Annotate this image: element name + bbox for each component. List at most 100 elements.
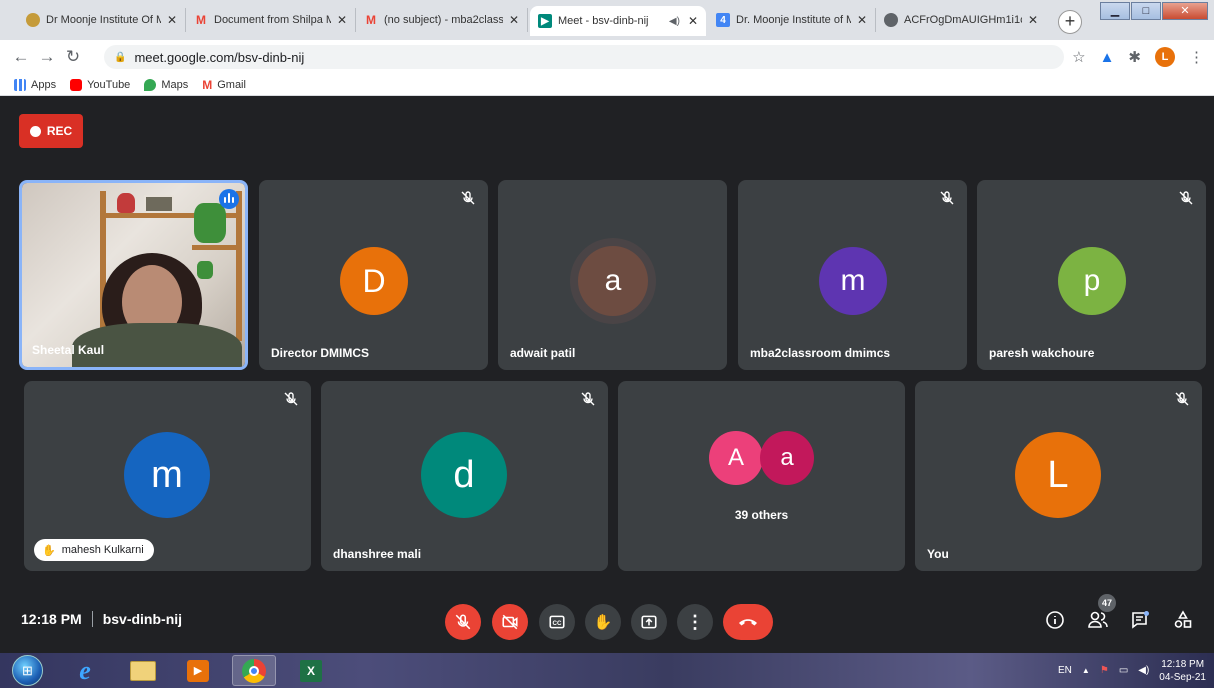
extension-icon[interactable]: ▲	[1100, 49, 1115, 66]
self-tile[interactable]: L You	[915, 381, 1202, 571]
leave-call-button[interactable]	[723, 604, 773, 640]
calendar-icon: 4	[716, 13, 730, 27]
close-tab-icon[interactable]: ✕	[857, 13, 867, 27]
audio-playing-icon[interactable]: ◀)	[669, 16, 680, 27]
network-icon[interactable]: ▭	[1119, 665, 1128, 676]
others-tile[interactable]: A a 39 others	[618, 381, 905, 571]
mic-off-icon	[1179, 191, 1193, 205]
participant-name: adwait patil	[510, 346, 576, 360]
participant-tile[interactable]: D Director DMIMCS	[259, 180, 488, 370]
record-dot-icon	[29, 125, 41, 137]
participant-tile[interactable]: d dhanshree mali	[321, 381, 608, 571]
tab-title: Document from Shilpa M	[214, 14, 331, 26]
bookmark-label: Maps	[161, 78, 189, 91]
bookmark-youtube[interactable]: YouTube	[70, 78, 130, 91]
participant-name: paresh wakchoure	[989, 346, 1095, 360]
avatar: p	[1058, 247, 1126, 315]
system-clock[interactable]: 12:18 PM 04-Sep-21	[1159, 658, 1206, 684]
browser-tab-active[interactable]: ▶ Meet - bsv-dinb-nij ◀) ✕	[530, 6, 706, 36]
more-options-button[interactable]: ⋮	[677, 604, 713, 640]
close-tab-icon[interactable]: ✕	[337, 13, 347, 27]
window-controls: ▁ □ ✕	[1100, 2, 1208, 20]
participant-name: Sheetal Kaul	[32, 343, 105, 357]
present-button[interactable]	[631, 604, 667, 640]
gmail-icon: M	[202, 77, 213, 92]
gmail-icon: M	[366, 13, 376, 27]
browser-tab[interactable]: Dr Moonje Institute Of M ✕	[18, 8, 186, 32]
bookmark-apps[interactable]: Apps	[14, 78, 57, 91]
action-center-flag-icon[interactable]: ⚑	[1100, 665, 1109, 676]
taskbar-chrome[interactable]	[232, 655, 276, 686]
raise-hand-icon: ✋	[42, 544, 56, 557]
mic-toggle-button[interactable]	[445, 604, 481, 640]
globe-icon	[884, 13, 898, 27]
close-tab-icon[interactable]: ✕	[1028, 13, 1038, 27]
reload-icon[interactable]: ↻	[60, 47, 86, 67]
captions-button[interactable]: CC	[539, 604, 575, 640]
maximize-button[interactable]: □	[1131, 2, 1161, 20]
activities-button[interactable]	[1171, 608, 1195, 632]
activities-icon	[1174, 610, 1192, 628]
hang-up-icon	[739, 619, 757, 626]
avatar: m	[819, 247, 887, 315]
taskbar-excel[interactable]: X	[289, 655, 333, 686]
mic-off-icon	[1175, 392, 1189, 406]
browser-tab[interactable]: ACFrOgDmAUIGHm1i1c ✕	[876, 8, 1046, 32]
close-tab-icon[interactable]: ✕	[509, 13, 519, 27]
meeting-time: 12:18 PM	[21, 611, 82, 627]
camera-toggle-button[interactable]	[492, 604, 528, 640]
meeting-code: bsv-dinb-nij	[102, 611, 183, 627]
taskbar-media-player[interactable]: ▶	[176, 655, 220, 686]
browser-tab[interactable]: 4 Dr. Moonje Institute of M ✕	[708, 8, 876, 32]
mic-off-icon	[284, 392, 298, 406]
chat-button[interactable]	[1128, 608, 1152, 632]
browser-tab[interactable]: M Document from Shilpa M ✕	[186, 8, 356, 32]
folder-icon	[130, 660, 156, 681]
close-window-button[interactable]: ✕	[1162, 2, 1208, 20]
close-tab-icon[interactable]: ✕	[167, 13, 177, 27]
bookmark-star-icon[interactable]: ☆	[1072, 48, 1085, 66]
back-icon[interactable]: ←	[8, 47, 34, 67]
taskbar-ie[interactable]: e	[63, 655, 107, 686]
volume-icon[interactable]: ◀)	[1138, 665, 1149, 676]
menu-icon[interactable]: ⋮	[1189, 48, 1204, 66]
close-tab-icon[interactable]: ✕	[688, 14, 698, 28]
participant-tile[interactable]: m ✋ mahesh Kulkarni	[24, 381, 311, 571]
avatar: a	[578, 246, 648, 316]
mic-off-icon	[940, 191, 954, 205]
show-hidden-icons-icon[interactable]: ▲	[1082, 666, 1090, 675]
raise-hand-icon: ✋	[593, 614, 613, 631]
browser-tab[interactable]: M (no subject) - mba2class ✕	[356, 8, 528, 32]
participant-tile[interactable]: Sheetal Kaul	[19, 180, 248, 370]
internet-explorer-icon: e	[79, 655, 91, 685]
tab-title: ACFrOgDmAUIGHm1i1c	[904, 14, 1022, 26]
participant-video	[22, 183, 245, 367]
bookmark-label: Apps	[31, 78, 57, 91]
participant-tile[interactable]: m mba2classroom dmimcs	[738, 180, 967, 370]
participant-name: You	[927, 547, 949, 561]
rec-label: REC	[46, 124, 73, 138]
new-tab-button[interactable]: +	[1058, 10, 1082, 34]
bookmark-maps[interactable]: Maps	[144, 78, 189, 91]
address-bar[interactable]: 🔒 meet.google.com/bsv-dinb-nij	[104, 45, 1064, 69]
svg-text:CC: CC	[553, 620, 562, 627]
bookmark-gmail[interactable]: M Gmail	[202, 78, 246, 92]
clock-date: 04-Sep-21	[1159, 671, 1206, 683]
avatar: D	[340, 247, 408, 315]
extensions-puzzle-icon[interactable]: ✱	[1128, 48, 1141, 66]
participant-tile[interactable]: p paresh wakchoure	[977, 180, 1206, 370]
start-button[interactable]: ⊞	[12, 655, 43, 686]
raise-hand-button[interactable]: ✋	[585, 604, 621, 640]
language-indicator[interactable]: EN	[1058, 665, 1072, 676]
present-icon	[641, 615, 657, 629]
recording-indicator: REC	[19, 114, 83, 148]
minimize-button[interactable]: ▁	[1100, 2, 1130, 20]
taskbar-explorer[interactable]	[121, 655, 165, 686]
mic-off-icon	[461, 191, 475, 205]
profile-avatar[interactable]: L	[1155, 47, 1175, 67]
participant-name: mba2classroom dmimcs	[750, 346, 891, 360]
forward-icon[interactable]: →	[34, 47, 60, 67]
meeting-details-button[interactable]	[1043, 608, 1067, 632]
participant-tile[interactable]: a adwait patil	[498, 180, 727, 370]
avatar: A	[709, 431, 763, 485]
